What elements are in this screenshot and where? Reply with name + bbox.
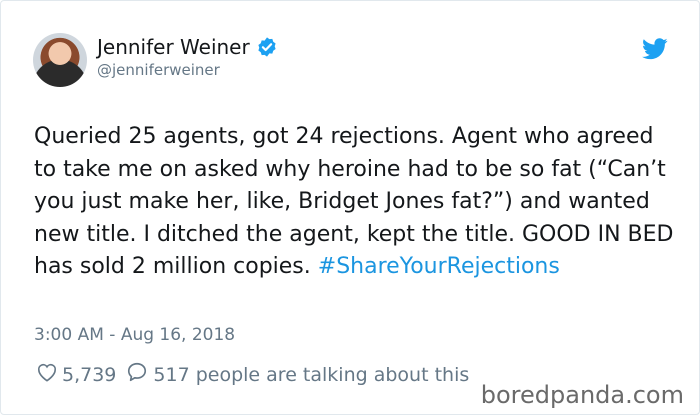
- like-count[interactable]: 5,739: [62, 364, 116, 386]
- author-row: Jennifer Weiner: [97, 35, 278, 59]
- hashtag-link[interactable]: #ShareYourRejections: [318, 254, 560, 279]
- tweet-actions: 5,739 517 people are talking about this: [36, 361, 469, 388]
- twitter-bird-icon[interactable]: [642, 38, 668, 60]
- watermark-text: boredpanda.com: [480, 381, 684, 409]
- tweet-text: Queried 25 agents, got 24 rejections. Ag…: [34, 121, 674, 284]
- avatar[interactable]: [33, 33, 87, 87]
- verified-badge-icon: [256, 36, 278, 58]
- heart-icon[interactable]: [36, 362, 58, 387]
- author-name[interactable]: Jennifer Weiner: [97, 35, 250, 59]
- tweet-card: Jennifer Weiner @jenniferweiner Queried …: [0, 0, 700, 415]
- tweet-timestamp[interactable]: 3:00 AM - Aug 16, 2018: [34, 325, 235, 345]
- author-handle[interactable]: @jenniferweiner: [97, 61, 220, 79]
- speech-bubble-icon[interactable]: [126, 361, 148, 388]
- conversation-count[interactable]: 517 people are talking about this: [153, 364, 469, 386]
